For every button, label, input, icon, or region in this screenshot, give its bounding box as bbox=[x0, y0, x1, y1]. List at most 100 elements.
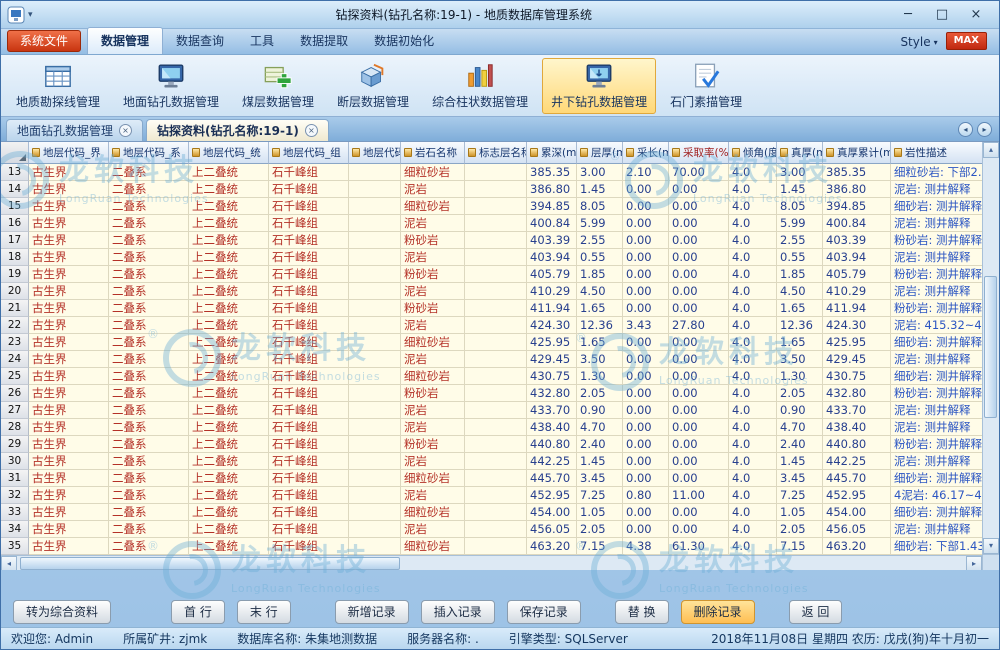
cell[interactable]: 4.0 bbox=[729, 538, 777, 555]
table-row[interactable]: 30古生界二叠系上二叠统石千峰组泥岩442.251.450.000.004.01… bbox=[1, 453, 982, 470]
cell[interactable]: 4.0 bbox=[729, 266, 777, 283]
scroll-right-arrow-icon[interactable]: ▸ bbox=[966, 556, 982, 570]
row-number[interactable]: 29 bbox=[1, 436, 29, 453]
cell[interactable]: 438.40 bbox=[527, 419, 577, 436]
cell[interactable]: 7.15 bbox=[577, 538, 623, 555]
cell[interactable] bbox=[465, 504, 527, 521]
cell[interactable]: 细砂岩: 测井解释 bbox=[891, 334, 982, 351]
table-row[interactable]: 32古生界二叠系上二叠统石千峰组泥岩452.957.250.8011.004.0… bbox=[1, 487, 982, 504]
scroll-down-arrow-icon[interactable]: ▾ bbox=[983, 538, 999, 554]
cell[interactable]: 4.0 bbox=[729, 164, 777, 181]
cell[interactable] bbox=[465, 521, 527, 538]
minimize-button[interactable]: ─ bbox=[891, 2, 925, 28]
row-number[interactable]: 32 bbox=[1, 487, 29, 504]
cell[interactable]: 石千峰组 bbox=[269, 198, 349, 215]
cell[interactable]: 4.0 bbox=[729, 487, 777, 504]
cell[interactable]: 上二叠统 bbox=[189, 487, 269, 504]
cell[interactable]: 二叠系 bbox=[109, 283, 189, 300]
cell[interactable]: 上二叠统 bbox=[189, 385, 269, 402]
cell[interactable]: 4.38 bbox=[623, 538, 669, 555]
cell[interactable]: 438.40 bbox=[823, 419, 891, 436]
cell[interactable]: 细粒砂岩 bbox=[401, 538, 465, 555]
row-number[interactable]: 33 bbox=[1, 504, 29, 521]
cell[interactable]: 石千峰组 bbox=[269, 283, 349, 300]
cell[interactable]: 0.00 bbox=[669, 470, 729, 487]
cell[interactable]: 二叠系 bbox=[109, 181, 189, 198]
cell[interactable]: 403.94 bbox=[823, 249, 891, 266]
cell[interactable]: 0.90 bbox=[777, 402, 823, 419]
cell[interactable]: 二叠系 bbox=[109, 334, 189, 351]
menu-tab[interactable]: 工具 bbox=[237, 28, 287, 54]
tab-scroll-right-icon[interactable]: ▸ bbox=[977, 122, 992, 137]
column-header[interactable]: 地层代码_界 bbox=[29, 142, 109, 164]
row-number[interactable]: 34 bbox=[1, 521, 29, 538]
cell[interactable]: 445.70 bbox=[527, 470, 577, 487]
cell[interactable]: 386.80 bbox=[527, 181, 577, 198]
cell[interactable]: 440.80 bbox=[823, 436, 891, 453]
cell[interactable]: 二叠系 bbox=[109, 198, 189, 215]
cell[interactable]: 古生界 bbox=[29, 232, 109, 249]
cell[interactable]: 403.39 bbox=[527, 232, 577, 249]
cell[interactable]: 3.00 bbox=[577, 164, 623, 181]
cell[interactable]: 4.0 bbox=[729, 470, 777, 487]
cell[interactable]: 石千峰组 bbox=[269, 419, 349, 436]
cell[interactable]: 古生界 bbox=[29, 317, 109, 334]
cell[interactable]: 4.50 bbox=[777, 283, 823, 300]
cell[interactable]: 泥岩 bbox=[401, 351, 465, 368]
row-number[interactable]: 18 bbox=[1, 249, 29, 266]
cell[interactable]: 0.00 bbox=[669, 368, 729, 385]
menu-tab[interactable]: 数据提取 bbox=[287, 28, 361, 54]
cell[interactable] bbox=[349, 521, 401, 538]
table-row[interactable]: 22古生界二叠系上二叠统石千峰组泥岩424.3012.363.4327.804.… bbox=[1, 317, 982, 334]
row-number[interactable]: 20 bbox=[1, 283, 29, 300]
cell[interactable]: 二叠系 bbox=[109, 232, 189, 249]
cell[interactable]: 0.00 bbox=[623, 504, 669, 521]
cell[interactable]: 4.0 bbox=[729, 334, 777, 351]
cell[interactable]: 1.65 bbox=[777, 300, 823, 317]
table-row[interactable]: 24古生界二叠系上二叠统石千峰组泥岩429.453.500.000.004.03… bbox=[1, 351, 982, 368]
cell[interactable] bbox=[465, 164, 527, 181]
maximize-button[interactable]: □ bbox=[925, 2, 959, 28]
cell[interactable]: 433.70 bbox=[823, 402, 891, 419]
cell[interactable]: 古生界 bbox=[29, 504, 109, 521]
cell[interactable]: 4.0 bbox=[729, 453, 777, 470]
cell[interactable]: 27.80 bbox=[669, 317, 729, 334]
column-header[interactable]: 累深(m) bbox=[527, 142, 577, 164]
vertical-scrollbar[interactable]: ▴ ▾ bbox=[982, 142, 999, 570]
cell[interactable]: 细粒砂岩 bbox=[401, 368, 465, 385]
footer-button[interactable]: 转为综合资料 bbox=[13, 600, 111, 624]
cell[interactable]: 0.00 bbox=[623, 198, 669, 215]
cell[interactable]: 泥岩 bbox=[401, 453, 465, 470]
cell[interactable]: 石千峰组 bbox=[269, 521, 349, 538]
cell[interactable] bbox=[349, 504, 401, 521]
cell[interactable]: 石千峰组 bbox=[269, 504, 349, 521]
table-row[interactable]: 19古生界二叠系上二叠统石千峰组粉砂岩405.791.850.000.004.0… bbox=[1, 266, 982, 283]
cell[interactable]: 411.94 bbox=[527, 300, 577, 317]
cell[interactable]: 386.80 bbox=[823, 181, 891, 198]
close-button[interactable]: × bbox=[959, 2, 993, 28]
cell[interactable]: 古生界 bbox=[29, 249, 109, 266]
cell[interactable]: 石千峰组 bbox=[269, 453, 349, 470]
cell[interactable]: 463.20 bbox=[527, 538, 577, 555]
cell[interactable]: 4.0 bbox=[729, 368, 777, 385]
cell[interactable]: 二叠系 bbox=[109, 249, 189, 266]
cell[interactable]: 4.0 bbox=[729, 385, 777, 402]
cell[interactable]: 3.45 bbox=[577, 470, 623, 487]
ribbon-button[interactable]: 煤层数据管理 bbox=[233, 58, 323, 114]
table-row[interactable]: 35古生界二叠系上二叠统石千峰组细粒砂岩463.207.154.3861.304… bbox=[1, 538, 982, 555]
max-button[interactable]: MAX bbox=[946, 32, 987, 50]
cell[interactable]: 4.0 bbox=[729, 402, 777, 419]
cell[interactable]: 0.00 bbox=[669, 334, 729, 351]
cell[interactable]: 4.0 bbox=[729, 283, 777, 300]
cell[interactable] bbox=[465, 538, 527, 555]
row-number[interactable]: 25 bbox=[1, 368, 29, 385]
cell[interactable]: 403.94 bbox=[527, 249, 577, 266]
column-header[interactable]: 地层代码_段 bbox=[349, 142, 401, 164]
footer-button[interactable]: 删除记录 bbox=[681, 600, 755, 624]
cell[interactable]: 8.05 bbox=[577, 198, 623, 215]
cell[interactable]: 1.65 bbox=[577, 300, 623, 317]
cell[interactable]: 石千峰组 bbox=[269, 470, 349, 487]
cell[interactable]: 二叠系 bbox=[109, 436, 189, 453]
cell[interactable] bbox=[465, 385, 527, 402]
column-header[interactable]: 地层代码_系 bbox=[109, 142, 189, 164]
